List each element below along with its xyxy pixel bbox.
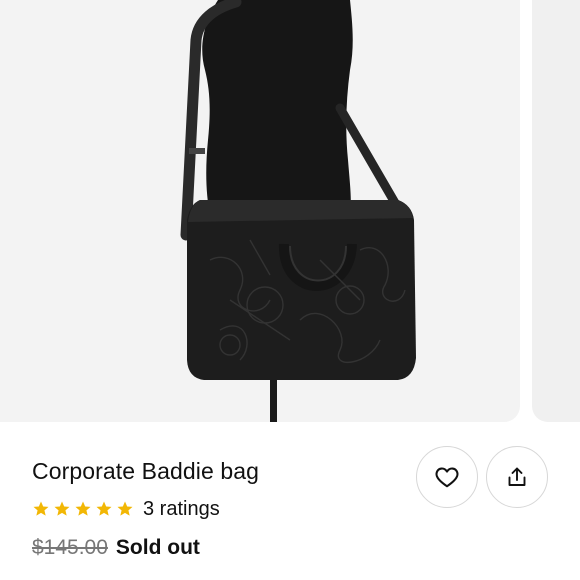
star-rating	[32, 500, 134, 518]
product-title: Corporate Baddie bag	[32, 458, 260, 484]
like-button[interactable]	[416, 446, 478, 508]
star-icon	[117, 501, 133, 516]
product-photo[interactable]	[0, 0, 520, 422]
share-button[interactable]	[486, 446, 548, 508]
heart-icon	[435, 467, 459, 488]
rating-count[interactable]: 3 ratings	[143, 498, 220, 521]
next-photo-preview[interactable]	[532, 0, 580, 422]
original-price: $145.00	[32, 536, 108, 559]
star-icon	[54, 501, 70, 516]
sold-out-status: Sold out	[115, 536, 200, 559]
star-icon	[33, 501, 49, 516]
image-carousel[interactable]	[0, 0, 580, 422]
star-icon	[96, 501, 112, 516]
price-row: $145.00 Sold out	[32, 536, 200, 566]
star-icon	[75, 501, 91, 516]
rating-row[interactable]: 3 ratings	[32, 496, 220, 522]
share-icon	[508, 467, 526, 486]
bag-photo-illustration	[180, 0, 416, 422]
